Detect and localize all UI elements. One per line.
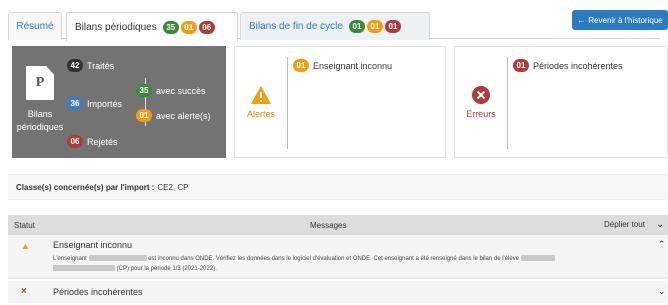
alert-count-badge: 01 xyxy=(180,20,197,34)
chevron-down-icon[interactable]: ⌄ xyxy=(658,286,666,297)
tab-bilans-label: Bilans périodiques xyxy=(75,21,157,33)
importes-count: 36 xyxy=(67,97,83,110)
tab-bar: Résumé Bilans périodiques 35 01 06 Bilan… xyxy=(8,12,660,41)
classes-bar: Classe(s) concernée(s) par l'import : CE… xyxy=(8,174,668,200)
succes-label: avec succès xyxy=(156,85,206,96)
error-count-badge: 06 xyxy=(198,20,215,34)
rejetes-stat: 06 Rejetés xyxy=(67,135,118,148)
importes-stat: 36 Importés xyxy=(67,97,122,110)
back-to-history-button[interactable]: ← Revenir à l'historique xyxy=(572,10,668,30)
classes-value: CE2, CP xyxy=(157,182,189,192)
errors-label: Erreurs xyxy=(466,109,496,119)
alerts-side: Alertes xyxy=(235,47,287,157)
error-message-text: Périodes incohérentes xyxy=(533,60,623,71)
doc-label: Bilans périodiques xyxy=(16,109,64,132)
close-icon: × xyxy=(21,286,27,297)
alerte-stat: 01 avec alerte(s) xyxy=(136,109,211,122)
tab-bilans-fin-cycle[interactable]: Bilans de fin de cycle 01 01 01 xyxy=(240,12,430,40)
expand-all-button[interactable]: Déplier tout xyxy=(604,220,645,229)
error-icon xyxy=(472,86,490,104)
row-title: Enseignant inconnu xyxy=(53,240,133,250)
tab-fin-cycle-label: Bilans de fin de cycle xyxy=(249,21,343,32)
success-count-badge: 01 xyxy=(348,20,365,33)
traites-count: 42 xyxy=(67,59,83,72)
alert-message: 01 Enseignant inconnu xyxy=(293,59,392,72)
alert-count: 01 xyxy=(293,59,309,72)
importes-label: Importés xyxy=(87,98,123,109)
warning-icon: ▲ xyxy=(21,241,30,251)
error-count: 01 xyxy=(513,59,529,72)
errors-panel: Erreurs 01 Périodes incohérentes xyxy=(454,46,668,158)
tab-resume-label: Résumé xyxy=(16,21,54,32)
errors-side: Erreurs xyxy=(455,47,507,157)
divider xyxy=(507,57,508,149)
traites-stat: 42 Traités xyxy=(67,59,114,72)
document-icon: P xyxy=(26,66,54,100)
succes-count: 35 xyxy=(136,84,152,97)
redacted-text xyxy=(53,265,115,272)
row-message: L'enseignant est inconnu dans ONDE. Véri… xyxy=(53,254,623,274)
alert-count-badge: 01 xyxy=(366,20,383,33)
arrow-left-icon: ← xyxy=(577,15,586,25)
chevron-up-icon[interactable]: ⌃ xyxy=(658,239,666,250)
success-count-badge: 35 xyxy=(162,20,179,34)
chevron-down-icon[interactable]: ⌄ xyxy=(656,219,664,230)
alerts-panel: Alertes 01 Enseignant inconnu xyxy=(234,46,446,158)
classes-label: Classe(s) concernée(s) par l'import : xyxy=(16,182,155,192)
alert-message-text: Enseignant inconnu xyxy=(313,60,393,71)
back-to-history-label: Revenir à l'historique xyxy=(588,15,663,25)
table-row[interactable]: × Périodes incohérentes ⌄ xyxy=(8,281,668,303)
error-count-badge: 01 xyxy=(384,20,401,33)
column-statut: Statut xyxy=(14,221,35,230)
table-row[interactable]: ▲ Enseignant inconnu L'enseignant est in… xyxy=(8,235,668,279)
alerts-label: Alertes xyxy=(246,109,275,119)
alerte-label: avec alerte(s) xyxy=(156,110,211,121)
rejetes-label: Rejetés xyxy=(87,136,118,147)
redacted-text xyxy=(520,255,555,262)
tab-bilans-periodiques[interactable]: Bilans périodiques 35 01 06 xyxy=(66,12,238,41)
tab-resume[interactable]: Résumé xyxy=(8,12,62,40)
error-message: 01 Périodes incohérentes xyxy=(513,59,623,72)
traites-label: Traités xyxy=(87,60,115,71)
alerte-count: 01 xyxy=(136,109,152,122)
warning-icon xyxy=(251,86,271,104)
row-title: Périodes incohérentes xyxy=(53,287,143,297)
redacted-text xyxy=(88,255,147,262)
summary-panel: P Bilans périodiques 42 Traités 36 Impor… xyxy=(12,46,226,158)
column-messages: Messages xyxy=(310,221,347,230)
succes-stat: 35 avec succès xyxy=(136,84,206,97)
table-header: Statut Messages Déplier tout ⌄ xyxy=(8,215,668,235)
rejetes-count: 06 xyxy=(67,135,83,148)
divider xyxy=(287,57,288,149)
